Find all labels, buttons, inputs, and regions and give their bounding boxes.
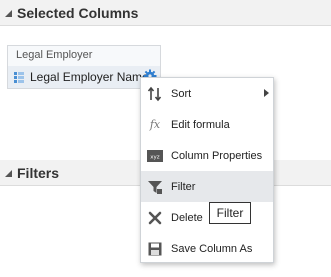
column-name: Legal Employer Name (30, 70, 149, 84)
menu-item-save-column-as[interactable]: Save Column As (141, 233, 273, 264)
menu-item-label: Column Properties (171, 149, 263, 162)
delete-icon (147, 210, 163, 226)
menu-item-label: Edit formula (171, 118, 230, 131)
column-item[interactable]: Legal Employer Name (8, 66, 160, 88)
filter-icon (147, 179, 163, 195)
sort-icon (147, 86, 163, 102)
column-icon (14, 71, 24, 83)
submenu-arrow-icon (264, 89, 269, 97)
column-card: Legal Employer Legal Employer Name (7, 45, 161, 89)
menu-item-column-properties[interactable]: xyz Column Properties (141, 140, 273, 171)
menu-item-label: Save Column As (171, 242, 253, 255)
collapse-caret-icon[interactable] (3, 167, 15, 179)
svg-text:xyz: xyz (150, 154, 160, 160)
filter-tooltip: Filter (209, 202, 251, 224)
menu-item-label: Delete (171, 211, 203, 224)
fx-icon: fx (149, 118, 161, 131)
menu-item-sort[interactable]: Sort (141, 78, 273, 109)
selected-columns-title: Selected Columns (17, 4, 139, 21)
column-context-menu: Sort fx Edit formula xyz Column Properti… (140, 77, 274, 263)
menu-item-label: Filter (171, 180, 196, 193)
menu-item-label: Sort (171, 87, 192, 100)
selected-columns-header[interactable]: Selected Columns (0, 0, 331, 26)
menu-item-delete[interactable]: Delete (141, 202, 273, 233)
filters-title: Filters (17, 164, 60, 181)
column-properties-icon: xyz (147, 148, 163, 164)
menu-item-filter[interactable]: Filter (141, 171, 273, 202)
folder-label: Legal Employer (16, 49, 93, 61)
save-icon (147, 241, 163, 257)
menu-item-edit-formula[interactable]: fx Edit formula (141, 109, 273, 140)
collapse-caret-icon[interactable] (3, 7, 15, 19)
